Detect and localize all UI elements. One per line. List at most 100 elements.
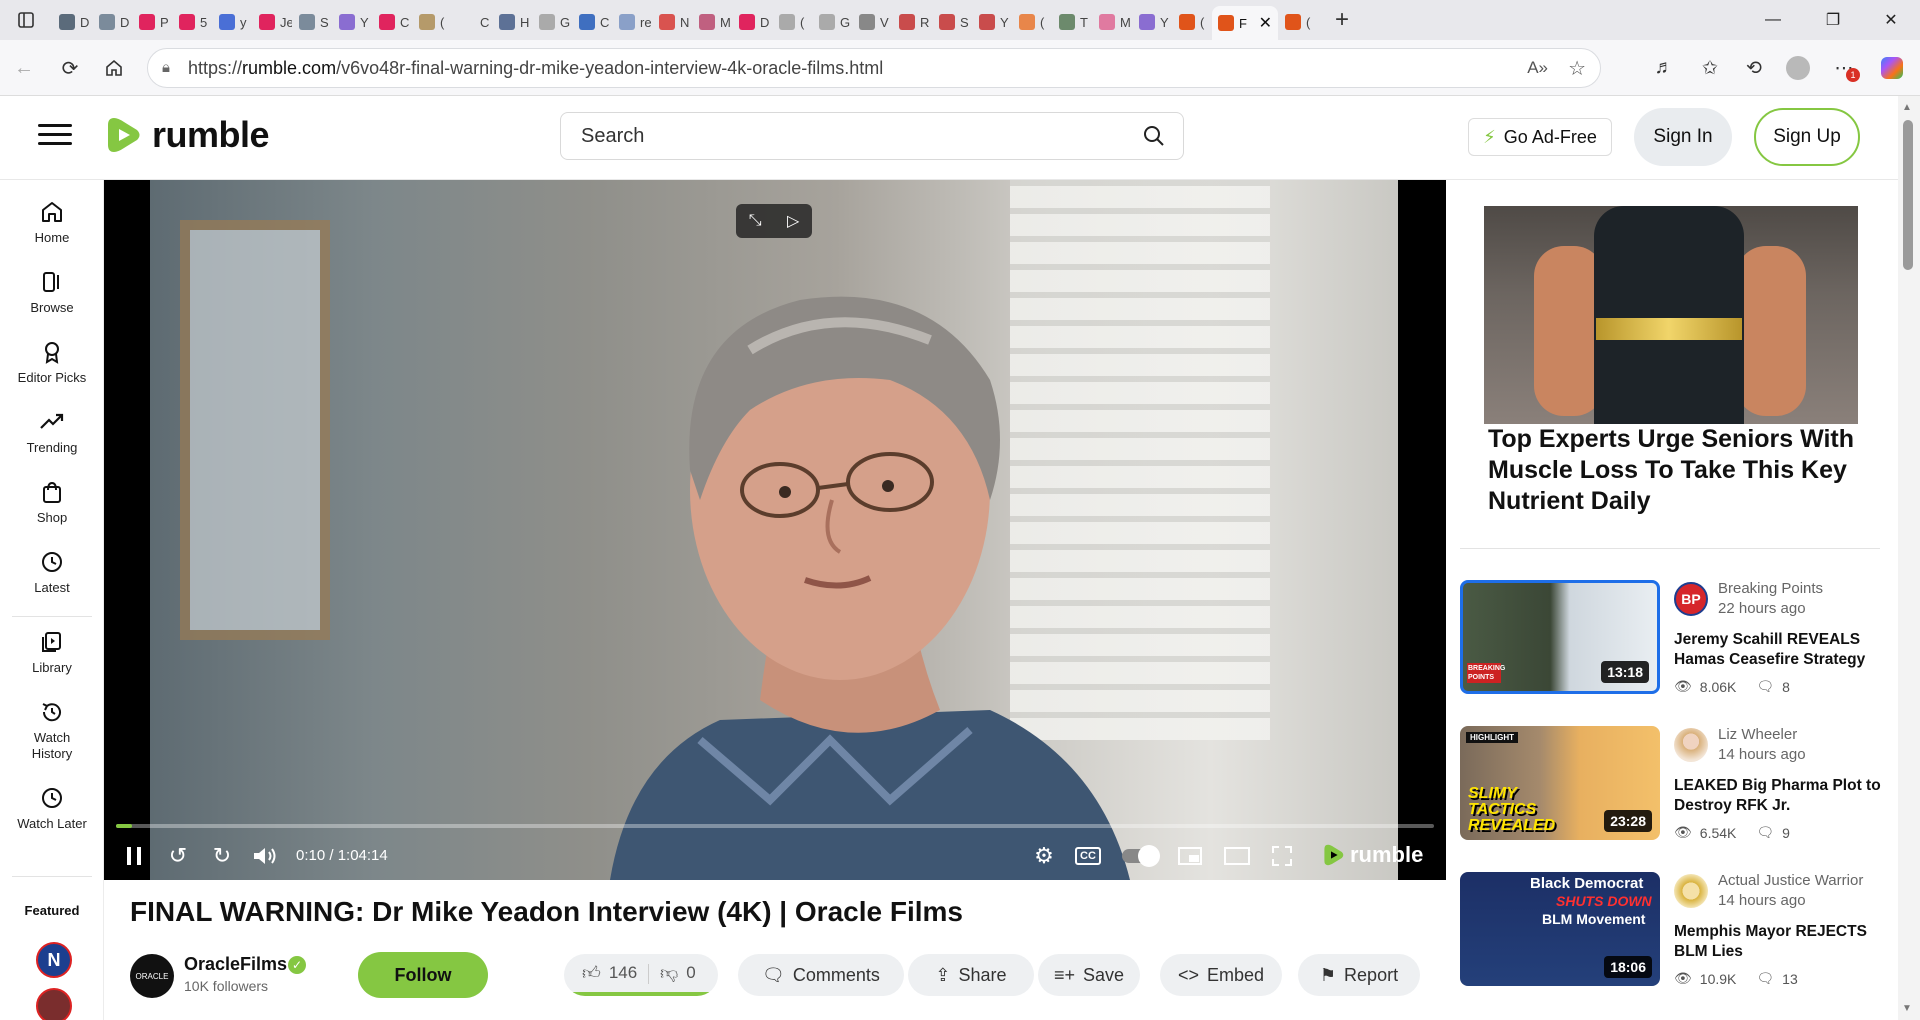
tab-item[interactable]: Y: [332, 6, 372, 38]
related-video-title[interactable]: Jeremy Scahill REVEALS Hamas Ceasefire S…: [1674, 630, 1884, 670]
related-video-title[interactable]: Memphis Mayor REJECTS BLM Lies: [1674, 922, 1884, 962]
volume-icon[interactable]: [248, 840, 282, 872]
sidebar-item-home[interactable]: Home: [0, 196, 104, 246]
video-thumbnail[interactable]: Black Democrat SHUTS DOWN BLM Movement 1…: [1460, 872, 1660, 986]
sidebar-item-library[interactable]: Library: [0, 626, 104, 676]
scroll-down-icon[interactable]: ▼: [1902, 1003, 1912, 1014]
sidebar-item-watch-later[interactable]: Watch Later: [0, 782, 104, 832]
tab-item[interactable]: D: [52, 6, 92, 38]
sign-up-button[interactable]: Sign Up: [1754, 108, 1860, 166]
tab-item[interactable]: S: [932, 6, 972, 38]
follow-button[interactable]: Follow: [358, 952, 488, 998]
pause-icon[interactable]: [118, 840, 150, 872]
featured-channel-avatar[interactable]: [36, 988, 72, 1020]
back-icon[interactable]: ←: [6, 50, 42, 86]
progress-bar[interactable]: [116, 824, 1434, 828]
home-browser-icon[interactable]: [96, 50, 132, 86]
tab-item[interactable]: N: [652, 6, 692, 38]
tab-item[interactable]: H: [492, 6, 532, 38]
page-scrollbar[interactable]: ▲ ▼: [1898, 96, 1920, 1020]
channel-avatar[interactable]: BP: [1674, 582, 1708, 616]
tab-item[interactable]: D: [92, 6, 132, 38]
go-ad-free-button[interactable]: ⚡︎ Go Ad-Free: [1468, 118, 1612, 156]
player-rumble-logo[interactable]: rumble: [1322, 842, 1423, 868]
channel-avatar[interactable]: ORACLE: [130, 954, 174, 998]
save-button[interactable]: ≡+ Save: [1038, 954, 1140, 996]
scroll-up-icon[interactable]: ▲: [1902, 102, 1912, 113]
sidebar-item-shop[interactable]: Shop: [0, 476, 104, 526]
close-tab-icon[interactable]: ✕: [1259, 13, 1272, 33]
tab-item[interactable]: Y: [1132, 6, 1172, 38]
video-thumbnail[interactable]: BREAKING POINTS 13:18: [1460, 580, 1660, 694]
autoplay-toggle[interactable]: [1120, 840, 1160, 872]
tab-item[interactable]: C: [572, 6, 612, 38]
more-menu-icon[interactable]: ⋯ 1: [1826, 50, 1862, 86]
sidebar-item-latest[interactable]: Latest: [0, 546, 104, 596]
sidebar-item-browse[interactable]: Browse: [0, 266, 104, 316]
favorite-star-icon[interactable]: ☆: [1568, 56, 1586, 81]
rewind-icon[interactable]: ↺: [162, 840, 194, 872]
related-channel-name[interactable]: Breaking Points: [1718, 580, 1823, 597]
tab-item[interactable]: P: [132, 6, 172, 38]
featured-channel-avatar[interactable]: N: [36, 942, 72, 978]
sidebar-item-editor-picks[interactable]: Editor Picks: [0, 336, 104, 386]
media-icon[interactable]: ♬: [1646, 50, 1682, 86]
history-browser-icon[interactable]: ⟲: [1736, 50, 1772, 86]
scrollbar-thumb[interactable]: [1903, 120, 1913, 270]
cast-icon[interactable]: ▷: [787, 211, 799, 231]
tab-item[interactable]: M: [1092, 6, 1132, 38]
miniplayer-icon[interactable]: [1174, 840, 1206, 872]
video-thumbnail[interactable]: HIGHLIGHT SLIMY TACTICS REVEALED 23:28: [1460, 726, 1660, 840]
close-window-icon[interactable]: ✕: [1862, 0, 1920, 40]
tab-item[interactable]: G: [532, 6, 572, 38]
related-channel-name[interactable]: Liz Wheeler: [1718, 726, 1797, 743]
tab-actions-icon[interactable]: [0, 0, 52, 40]
sidebar-item-watch-history[interactable]: Watch History: [0, 696, 104, 762]
tab-item[interactable]: G: [812, 6, 852, 38]
tab-item[interactable]: (: [772, 6, 812, 38]
search-icon[interactable]: [1143, 125, 1165, 147]
restore-icon[interactable]: ❐: [1804, 0, 1862, 40]
tab-item[interactable]: (: [412, 6, 452, 38]
tab-item[interactable]: T: [1052, 6, 1092, 38]
video-player[interactable]: ⤡ ▷ ↺ ↻ 0:10 / 1:04:14 ⚙︎ CC rumble: [104, 180, 1446, 880]
hamburger-menu-icon[interactable]: [38, 118, 72, 152]
comments-button[interactable]: 🗨︎ Comments: [738, 954, 904, 996]
new-tab-icon[interactable]: +: [1322, 0, 1362, 40]
related-video-title[interactable]: LEAKED Big Pharma Plot to Destroy RFK Jr…: [1674, 776, 1884, 816]
theater-mode-icon[interactable]: [1220, 840, 1254, 872]
related-video-item[interactable]: Black Democrat SHUTS DOWN BLM Movement 1…: [1460, 872, 1880, 988]
sign-in-button[interactable]: Sign In: [1634, 108, 1732, 166]
copilot-icon[interactable]: [1874, 50, 1910, 86]
url-field[interactable]: 🔒︎ https://rumble.com/v6vo48r-final-warn…: [147, 48, 1601, 88]
channel-avatar[interactable]: [1674, 874, 1708, 908]
tab-item[interactable]: D: [732, 6, 772, 38]
fullscreen-icon[interactable]: [1266, 840, 1298, 872]
search-box[interactable]: [560, 112, 1184, 160]
embed-button[interactable]: <> Embed: [1160, 954, 1282, 996]
related-video-item[interactable]: BREAKING POINTS 13:18 BP Breaking Points…: [1460, 580, 1880, 696]
tab-item[interactable]: 5: [172, 6, 212, 38]
dislike-button[interactable]: 👎︎ 0: [660, 954, 696, 992]
tab-item[interactable]: Y: [972, 6, 1012, 38]
channel-info[interactable]: ORACLE OracleFilms ✓ 10K followers: [130, 954, 306, 998]
tab-item[interactable]: M: [692, 6, 732, 38]
related-video-item[interactable]: HIGHLIGHT SLIMY TACTICS REVEALED 23:28 L…: [1460, 726, 1881, 842]
tab-item[interactable]: Je: [252, 6, 292, 38]
captions-icon[interactable]: CC: [1072, 840, 1104, 872]
related-channel-name[interactable]: Actual Justice Warrior: [1718, 872, 1863, 889]
forward-icon[interactable]: ↻: [206, 840, 238, 872]
tab-item[interactable]: C: [372, 6, 412, 38]
rumble-logo[interactable]: rumble: [104, 114, 270, 156]
read-aloud-icon[interactable]: A»: [1527, 58, 1548, 78]
settings-icon[interactable]: ⚙︎: [1028, 840, 1060, 872]
tab-item[interactable]: V: [852, 6, 892, 38]
ad-headline[interactable]: Top Experts Urge Seniors With Muscle Los…: [1488, 424, 1858, 517]
tab-item[interactable]: (: [1012, 6, 1052, 38]
search-input[interactable]: [561, 113, 1121, 159]
report-button[interactable]: ⚑ Report: [1298, 954, 1420, 996]
tab-item[interactable]: S: [292, 6, 332, 38]
tab-item[interactable]: C: [452, 6, 492, 38]
tab-item[interactable]: (: [1172, 6, 1212, 38]
tab-active[interactable]: F ✕: [1212, 6, 1278, 40]
